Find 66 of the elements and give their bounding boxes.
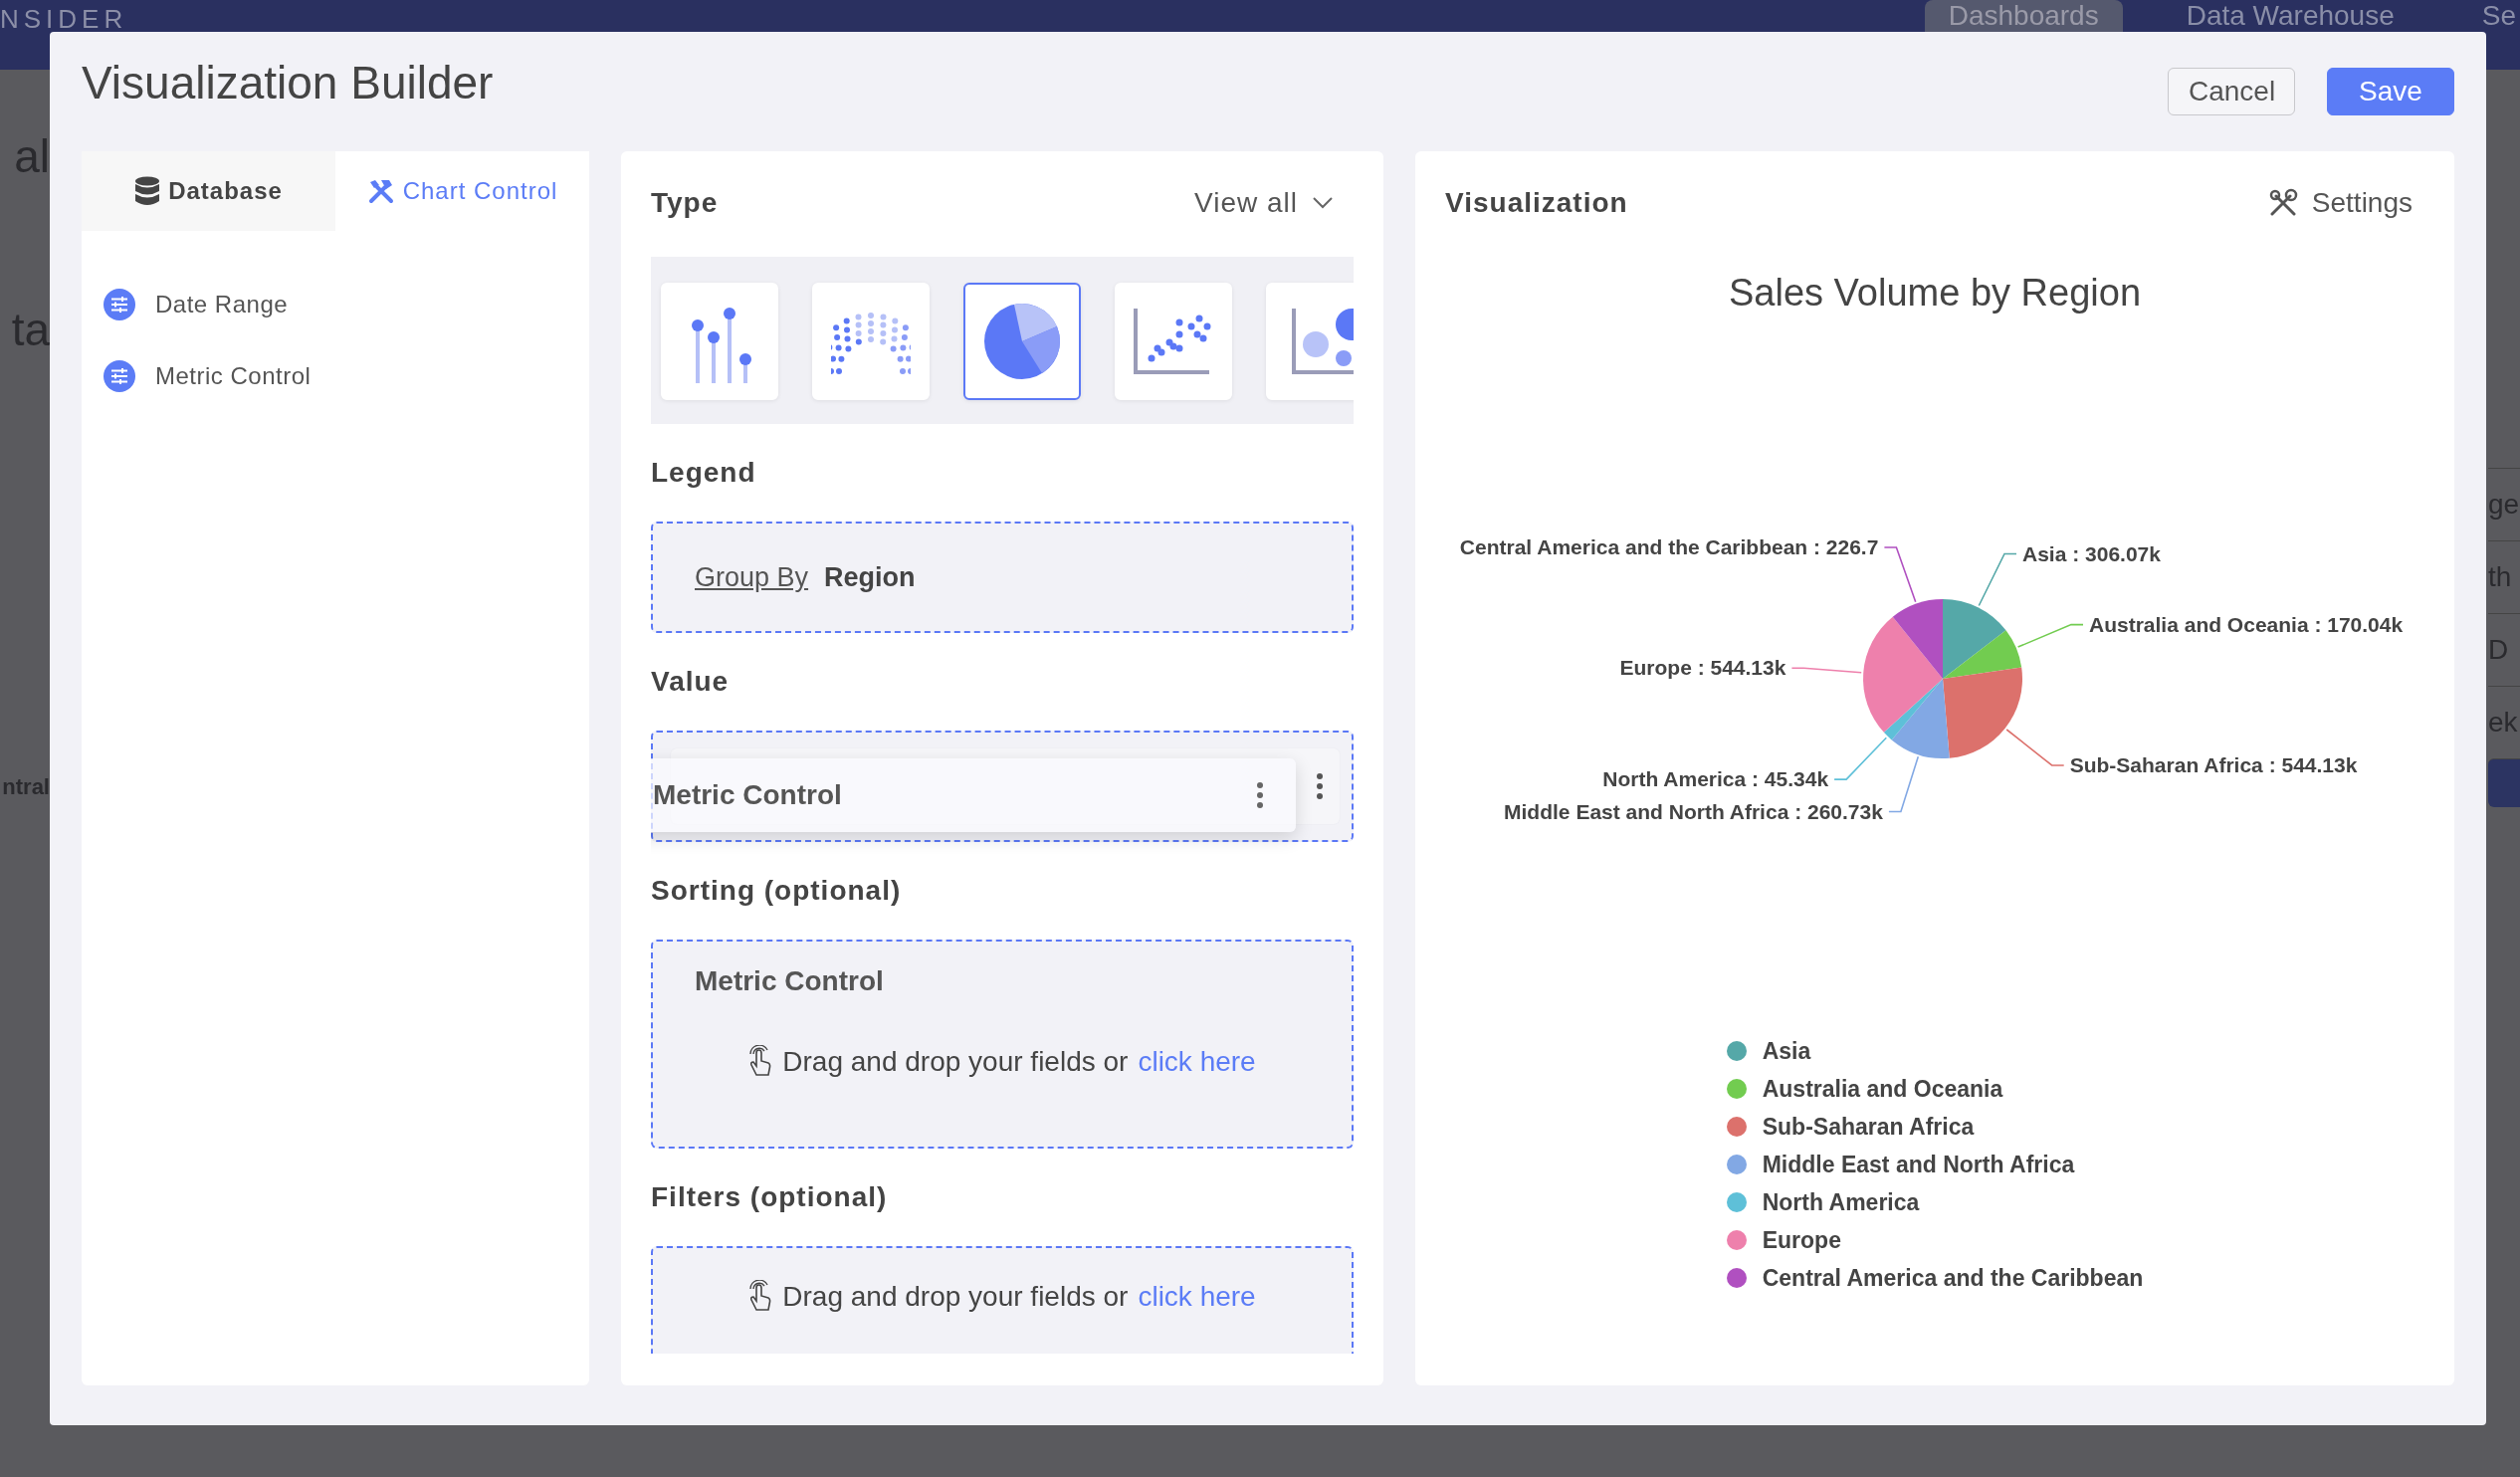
legend-label: Central America and the Caribbean [1762,1264,2144,1292]
group-by-link[interactable]: Group By [695,561,809,593]
section-title: Sorting (optional) [651,874,903,908]
legend-label: North America [1762,1188,1920,1216]
sidebar-item[interactable]: Metric Control [104,340,589,412]
legend-item[interactable]: Europe [1726,1223,2144,1257]
legend-item[interactable]: North America [1726,1185,2144,1219]
legend-label: Australia and Oceania [1762,1075,2003,1103]
legend-item[interactable]: Sub-Saharan Africa [1726,1110,2144,1144]
field-label: Region [824,561,916,593]
leader-line [2005,729,2065,766]
legend-item[interactable]: Middle East and North Africa [1726,1148,2144,1181]
view-all-dropdown[interactable]: View all [1194,187,1334,219]
leader-line [1978,552,2017,607]
leader-line [1790,667,1862,674]
data-label: Middle East and North Africa : 260.73k [1504,799,1883,823]
hand-pointer-icon [748,1045,773,1079]
save-button[interactable]: Save [2327,68,2454,115]
chart-title: Sales Volume by Region [1729,271,2141,316]
drop-hint: Drag and drop your fields or [782,1281,1129,1313]
data-label: Europe : 544.13k [1619,656,1786,680]
sliders-icon [104,289,135,320]
legend-label: Asia [1762,1037,1811,1065]
section-title: Value [651,665,731,699]
tab[interactable]: Database [82,151,335,231]
legend-item[interactable]: Central America and the Caribbean [1726,1261,2144,1295]
section-title: Visualization [1445,186,1628,220]
leader-line [1883,546,1917,603]
data-label: Australia and Oceania : 170.04k [2089,612,2404,636]
hand-pointer-icon [748,1280,773,1314]
data-label: Sub-Saharan Africa : 544.13k [2069,753,2358,776]
data-label: North America : 45.34k [1602,767,1829,791]
legend-item[interactable]: Australia and Oceania [1726,1072,2144,1106]
drop-hint: Drag and drop your fields or [782,1046,1129,1078]
bubble-chart-icon [1292,309,1354,374]
legend-item[interactable]: Asia [1726,1034,2144,1068]
legend-drop-zone[interactable]: Group By Region [651,522,1354,633]
scatter-plot-icon [1134,309,1213,374]
section-title: Type [651,186,719,220]
section-title: Legend [651,456,757,490]
field-name: Metric Control [695,965,885,998]
chart-type-option[interactable] [963,283,1081,400]
sliders-icon [104,360,135,392]
sorting-drop-zone[interactable]: Metric Control Drag and drop your fields or click here [651,940,1354,1149]
dialog-title: Visualization Builder [82,56,494,109]
brand-name: NSIDER [0,3,128,35]
legend-label: Middle East and North Africa [1762,1151,2075,1178]
filters-drop-zone[interactable]: Drag and drop your fields or click here [651,1246,1354,1354]
pie-chart-icon [982,302,1062,381]
field-name: Metric Control [653,779,842,811]
more-icon [1256,781,1264,809]
legend-label: Europe [1762,1226,1841,1254]
sidebar-item[interactable]: Date Range [104,269,589,340]
value-drop-zone[interactable]: Metric Control [651,731,1354,842]
database-icon [134,176,161,206]
nav-item[interactable]: Se [2457,0,2520,52]
section-title: Filters (optional) [651,1180,889,1214]
chevron-down-icon [1312,196,1334,210]
data-label: Central America and the Caribbean : 226.7 [1459,535,1879,558]
dragged-field-tooltip[interactable]: Metric Control [651,758,1296,832]
settings-button[interactable]: Settings [2267,187,2413,219]
cancel-button[interactable]: Cancel [2168,68,2295,115]
data-label: Asia : 306.07k [2022,541,2161,565]
legend-label: Sub-Saharan Africa [1762,1113,1975,1141]
more-icon [1316,772,1324,800]
leader-line [2016,623,2084,648]
